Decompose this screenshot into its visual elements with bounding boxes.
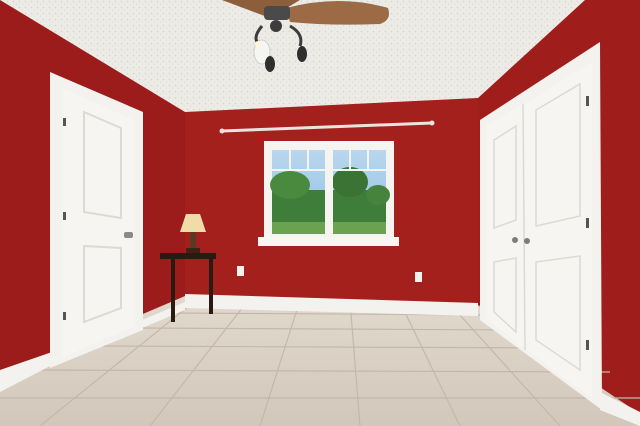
wall-outlet bbox=[415, 272, 422, 282]
window bbox=[258, 141, 399, 246]
left-door bbox=[50, 72, 143, 368]
wall-outlet bbox=[237, 266, 244, 276]
closet-knob-left bbox=[512, 237, 518, 243]
closet-knob-right bbox=[524, 238, 530, 244]
bedroom-photo bbox=[0, 0, 640, 426]
door-knob bbox=[124, 232, 133, 238]
